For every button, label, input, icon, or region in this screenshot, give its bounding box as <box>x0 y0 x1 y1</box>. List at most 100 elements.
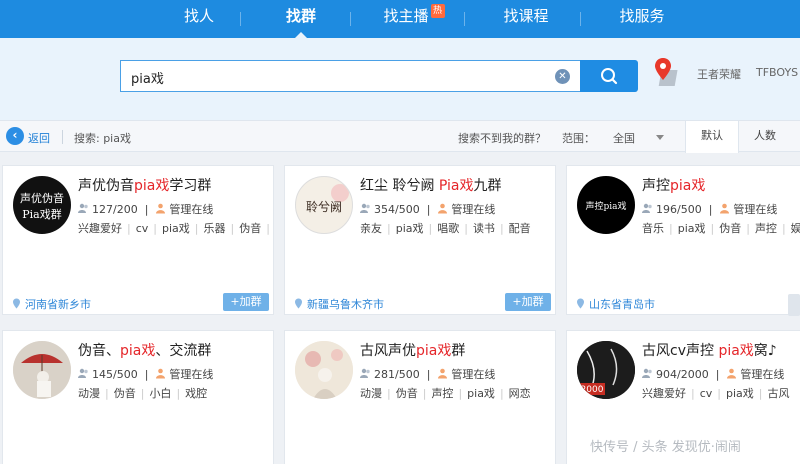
tag: 伪音 <box>382 387 418 400</box>
group-name[interactable]: 古风声优pia戏群 <box>360 340 465 360</box>
admin-status: 管理在线 <box>451 368 496 381</box>
group-avatar: 声控pia戏 <box>577 176 635 234</box>
tag: 音乐 <box>642 222 664 235</box>
tag: ... <box>261 222 273 235</box>
name-highlight: pia戏 <box>134 178 170 194</box>
admin-icon <box>438 368 448 379</box>
clear-icon[interactable]: ✕ <box>555 69 570 84</box>
chevron-down-icon[interactable] <box>656 135 664 140</box>
group-name[interactable]: 伪音、pia戏、交流群 <box>78 340 211 360</box>
sort-default-button[interactable]: 默认 <box>685 121 739 153</box>
tab-label: 找课程 <box>503 7 549 25</box>
top-nav: 找人 找群 找主播热 找课程 找服务 <box>0 0 800 38</box>
tag: pia戏 <box>148 222 190 235</box>
admin-status: 管理在线 <box>451 203 496 216</box>
group-meta: 904/2000 | 管理在线 <box>642 366 784 382</box>
group-card[interactable]: 声优伪音 Pia戏群 声优伪音pia戏学习群 127/200 | 管理在线 兴趣爱… <box>2 165 274 315</box>
tab-label: 找人 <box>183 7 214 25</box>
tab-find-courses[interactable]: 找课程 <box>488 0 564 38</box>
tab-find-groups[interactable]: 找群 <box>262 0 340 38</box>
tab-find-services[interactable]: 找服务 <box>604 0 680 38</box>
group-name[interactable]: 古风cv声控 pia戏窝♪ <box>642 340 777 360</box>
group-avatar <box>295 341 353 399</box>
group-avatar: 2000 <box>577 341 635 399</box>
range-label: 范围： <box>562 132 595 145</box>
name-text: 群 <box>451 343 466 359</box>
tab-find-people[interactable]: 找人 <box>160 0 238 38</box>
members-icon <box>360 203 370 213</box>
group-tags: 动漫伪音声控pia戏网恋 <box>360 385 555 401</box>
name-text: 学习群 <box>169 178 212 194</box>
group-card[interactable]: 声控pia戏 声控pia戏 196/500 | 管理在线 音乐pia戏伪音声控娱… <box>566 165 800 315</box>
group-card[interactable]: 古风声优pia戏群 281/500 | 管理在线 动漫伪音声控pia戏网恋 <box>284 330 556 464</box>
name-text: 窝♪ <box>753 343 777 359</box>
admin-status: 管理在线 <box>740 368 785 381</box>
tag: 配音 <box>495 222 531 235</box>
tab-label: 找主播 <box>383 7 429 25</box>
tag: 伪音 <box>226 222 262 235</box>
location-pin-icon[interactable] <box>654 56 682 93</box>
group-name[interactable]: 声优伪音pia戏学习群 <box>78 175 211 195</box>
tag: 动漫 <box>78 387 100 400</box>
svg-text:Pia戏群: Pia戏群 <box>22 207 61 221</box>
group-tags: 动漫伪音小白戏腔 <box>78 385 273 401</box>
group-tags: 亲友pia戏唱歌读书配音 <box>360 220 555 236</box>
search-input[interactable] <box>131 67 541 87</box>
tag: 网恋 <box>495 387 531 400</box>
name-text: 九群 <box>473 178 502 194</box>
tag: 唱歌 <box>424 222 460 235</box>
tag: pia戏 <box>453 387 495 400</box>
group-name[interactable]: 红尘 聆兮阙 Pia戏九群 <box>360 175 502 195</box>
tag: 动漫 <box>360 387 382 400</box>
members-icon <box>78 368 88 378</box>
location-text: 河南省新乡市 <box>25 298 91 311</box>
name-text: 伪音、 <box>78 343 120 359</box>
svg-text:声优伪音: 声优伪音 <box>20 191 64 205</box>
back-link[interactable]: 返回 <box>28 130 50 146</box>
join-group-button[interactable]: +加群 <box>223 293 269 311</box>
group-meta: 354/500 | 管理在线 <box>360 201 495 217</box>
group-location: 山东省青岛市 <box>575 296 655 312</box>
group-avatar: 聆兮阙 <box>295 176 353 234</box>
admin-icon <box>156 368 166 379</box>
tag: 读书 <box>459 222 495 235</box>
scroll-edge[interactable] <box>788 294 800 316</box>
search-icon <box>601 68 618 85</box>
tab-label: 找服务 <box>619 7 665 25</box>
admin-icon <box>720 203 730 214</box>
group-card[interactable]: 伪音、pia戏、交流群 145/500 | 管理在线 动漫伪音小白戏腔 <box>2 330 274 464</box>
location-icon <box>577 298 584 309</box>
name-text: 红尘 聆兮阙 <box>360 178 439 194</box>
hot-search-word[interactable]: TFBOYS <box>756 66 798 79</box>
location-text: 新疆乌鲁木齐市 <box>307 298 384 311</box>
nav-divider <box>350 12 351 26</box>
search-area: ✕ 王者荣耀 TFBOYS <box>0 38 800 120</box>
tag: 亲友 <box>360 222 382 235</box>
tag: 声控 <box>741 222 777 235</box>
admin-status: 管理在线 <box>169 368 214 381</box>
group-meta: 281/500 | 管理在线 <box>360 366 495 382</box>
nav-divider <box>580 12 581 26</box>
group-name[interactable]: 声控pia戏 <box>642 175 705 195</box>
group-card[interactable]: 聆兮阙 红尘 聆兮阙 Pia戏九群 354/500 | 管理在线 亲友pia戏唱… <box>284 165 556 315</box>
group-location: 河南省新乡市 <box>11 296 91 312</box>
back-arrow-icon[interactable]: ‹ <box>6 127 24 145</box>
range-dropdown[interactable]: 全国 <box>613 130 635 146</box>
search-button[interactable] <box>580 60 638 92</box>
watermark: 快传号 / 头条 发现优·闹闹 <box>590 440 741 455</box>
hot-search-word[interactable]: 王者荣耀 <box>697 66 741 82</box>
tag: cv <box>686 387 712 400</box>
cant-find-group-link[interactable]: 搜索不到我的群？ <box>458 130 546 146</box>
tag: 伪音 <box>100 387 136 400</box>
sort-members-button[interactable]: 人数 <box>740 121 790 153</box>
admin-icon <box>156 203 166 214</box>
tab-find-streamers[interactable]: 找主播热 <box>372 0 456 38</box>
admin-status: 管理在线 <box>733 203 778 216</box>
filter-bar: ‹ 返回 搜索: pia戏 搜索不到我的群？ 范围： 全国 默认 人数 <box>0 120 800 153</box>
tab-label: 找群 <box>285 7 316 25</box>
join-group-button[interactable]: +加群 <box>505 293 551 311</box>
name-highlight: pia戏 <box>670 178 706 194</box>
avatar-badge: 2000 <box>581 385 604 395</box>
tag: pia戏 <box>664 222 706 235</box>
member-count: 127/200 <box>92 203 138 216</box>
